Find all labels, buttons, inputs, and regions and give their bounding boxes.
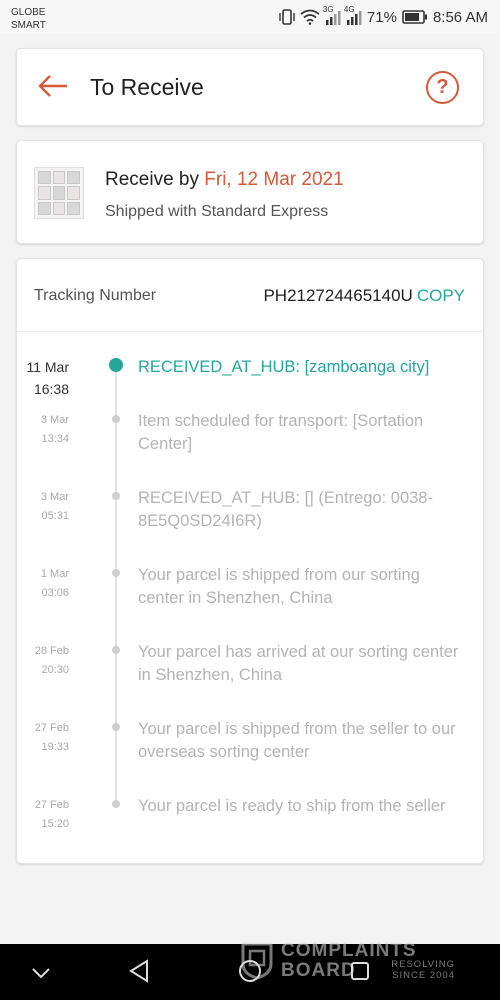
tracking-card: Tracking Number PH212724465140U COPY 11 M… xyxy=(16,258,484,864)
signal-4g-icon: 4G xyxy=(343,5,362,26)
event-time: 19:33 xyxy=(41,741,69,753)
shipping-method: Shipped with Standard Express xyxy=(105,203,329,220)
battery-percent: 71% xyxy=(366,8,397,26)
product-thumbnail xyxy=(34,167,84,219)
help-button[interactable]: ? xyxy=(426,71,459,104)
event-time: 20:30 xyxy=(41,664,69,676)
receive-date: Fri, 12 Mar 2021 xyxy=(204,169,344,190)
back-triangle-icon xyxy=(128,959,150,987)
event-dot xyxy=(112,723,120,731)
event-dot-current xyxy=(109,358,123,372)
help-icon: ? xyxy=(436,76,449,98)
event-time: 15:20 xyxy=(41,818,69,830)
status-icons: 3G 4G 71% 8:56 AM xyxy=(279,5,488,28)
page-title: To Receive xyxy=(90,74,204,100)
watermark-sub-2: SINCE 2004 xyxy=(392,970,455,981)
battery-icon xyxy=(402,10,428,24)
event-dot xyxy=(112,415,120,423)
watermark-line-2: BOARD xyxy=(281,960,356,981)
watermark-subtitle: RESOLVING SINCE 2004 xyxy=(375,959,455,981)
event-text: Your parcel is shipped from our sorting … xyxy=(138,566,420,607)
event-time: 03:06 xyxy=(41,587,69,599)
network-4g-label: 4G xyxy=(343,5,355,14)
receive-by-line: Receive by Fri, 12 Mar 2021 xyxy=(105,169,344,191)
clock-time: 8:56 AM xyxy=(432,8,488,26)
event-text: Your parcel has arrived at our sorting c… xyxy=(138,643,459,684)
carrier-line-2: SMART xyxy=(11,20,46,31)
tracking-number-row: PH212724465140U COPY xyxy=(263,286,465,306)
carrier-info: GLOBE SMART xyxy=(11,6,46,32)
nav-back-button[interactable] xyxy=(124,958,154,988)
event-text: RECEIVED_AT_HUB: [zamboanga city] xyxy=(138,358,430,376)
event-text: Your parcel is ready to ship from the se… xyxy=(138,797,446,815)
watermark: COMPLAINTS BOARD RESOLVING SINCE 2004 xyxy=(237,938,457,982)
receive-by-label: Receive by xyxy=(105,169,205,190)
event-date: 11 Mar xyxy=(26,359,69,375)
watermark-sub-1: RESOLVING xyxy=(391,959,455,970)
signal-3g-icon: 3G xyxy=(322,5,341,26)
event-text: Your parcel is shipped from the seller t… xyxy=(138,720,456,761)
event-dot xyxy=(112,800,120,808)
network-3g-label: 3G xyxy=(322,5,334,14)
header-card: To Receive ? xyxy=(16,48,484,126)
event-text: Item scheduled for transport: [Sortation… xyxy=(138,412,424,453)
event-dot xyxy=(112,569,120,577)
tracking-header: Tracking Number PH212724465140U COPY xyxy=(17,259,483,332)
event-text: RECEIVED_AT_HUB: [] (Entrego: 0038-8E5Q0… xyxy=(138,489,433,530)
carrier-line-1: GLOBE xyxy=(11,7,46,18)
wifi-icon xyxy=(300,9,320,25)
event-dot xyxy=(112,492,120,500)
event-time: 13:34 xyxy=(41,433,69,445)
vibrate-icon xyxy=(279,8,295,26)
copy-button[interactable]: COPY xyxy=(417,286,465,305)
delivery-card[interactable]: Receive by Fri, 12 Mar 2021 Shipped with… xyxy=(16,140,484,244)
hide-keyboard-button[interactable] xyxy=(26,958,56,988)
event-time: 05:31 xyxy=(41,510,69,522)
status-bar: GLOBE SMART 3G 4G 71% 8:56 AM xyxy=(0,0,500,34)
arrow-left-icon xyxy=(37,74,69,102)
tracking-number-value: PH212724465140U xyxy=(263,286,413,305)
chevron-down-icon xyxy=(31,964,51,983)
timeline-line xyxy=(115,365,117,805)
watermark-line-1: COMPLAINTS xyxy=(281,940,417,961)
watermark-logo-icon xyxy=(239,942,275,984)
event-dot xyxy=(112,646,120,654)
back-button[interactable] xyxy=(35,70,71,106)
tracking-number-label: Tracking Number xyxy=(34,287,157,304)
event-time: 16:38 xyxy=(33,381,69,397)
